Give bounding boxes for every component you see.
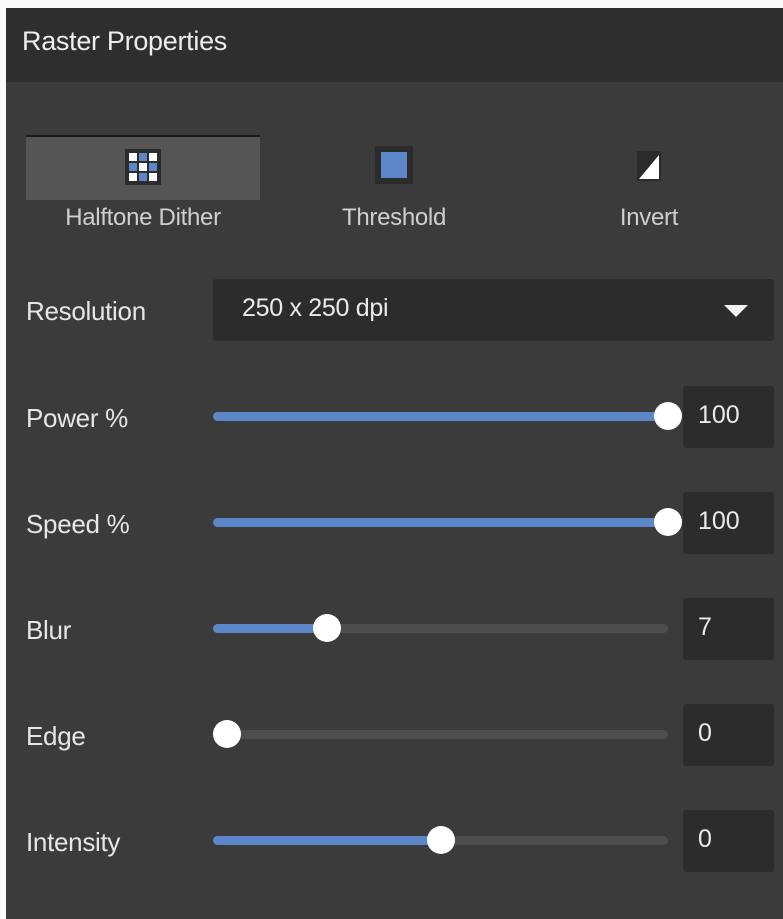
power-value-field[interactable]: 100 xyxy=(683,386,774,448)
slider-thumb[interactable] xyxy=(654,402,682,430)
resolution-label: Resolution xyxy=(26,296,146,326)
edge-slider[interactable] xyxy=(213,714,668,754)
mode-threshold-button[interactable] xyxy=(277,135,511,200)
speed-label: Speed % xyxy=(26,509,130,539)
slider-thumb[interactable] xyxy=(654,508,682,536)
edge-value-field[interactable]: 0 xyxy=(683,704,774,766)
mode-halftone-dither-button[interactable] xyxy=(26,135,260,200)
mode-label-threshold: Threshold xyxy=(341,204,447,231)
edge-value: 0 xyxy=(698,719,712,747)
slider-fill xyxy=(213,836,441,845)
raster-properties-panel: Raster Properties Halftone Dither Thresh… xyxy=(6,8,783,919)
mode-label-halftone-dither: Halftone Dither xyxy=(65,204,221,231)
power-value: 100 xyxy=(698,401,740,429)
panel-title: Raster Properties xyxy=(22,26,227,56)
power-label: Power % xyxy=(26,403,128,433)
slider-fill xyxy=(213,412,668,421)
blur-value: 7 xyxy=(698,613,712,641)
blur-label: Blur xyxy=(26,615,72,645)
halftone-grid-icon xyxy=(125,149,161,185)
blur-value-field[interactable]: 7 xyxy=(683,598,774,660)
blur-slider[interactable] xyxy=(213,608,668,648)
slider-thumb[interactable] xyxy=(213,720,241,748)
slider-fill xyxy=(213,624,327,633)
intensity-value-field[interactable]: 0 xyxy=(683,810,774,872)
speed-value: 100 xyxy=(698,507,740,535)
mode-label-invert: Invert xyxy=(619,204,679,231)
edge-label: Edge xyxy=(26,721,86,751)
speed-slider[interactable] xyxy=(213,502,682,542)
power-slider[interactable] xyxy=(213,396,682,436)
slider-thumb[interactable] xyxy=(426,826,455,854)
slider-thumb[interactable] xyxy=(312,614,341,642)
intensity-value: 0 xyxy=(698,825,712,853)
resolution-select-value: 250 x 250 dpi xyxy=(242,294,389,322)
slider-track xyxy=(213,730,668,739)
panel-header: Raster Properties xyxy=(6,8,783,82)
intensity-label: Intensity xyxy=(26,827,121,857)
threshold-square-icon xyxy=(375,146,413,184)
caret-down-icon xyxy=(724,305,748,317)
resolution-select[interactable]: 250 x 250 dpi xyxy=(213,279,774,341)
slider-fill xyxy=(213,518,668,527)
speed-value-field[interactable]: 100 xyxy=(683,492,774,554)
intensity-slider[interactable] xyxy=(213,820,668,860)
mode-invert-button[interactable] xyxy=(532,135,766,200)
invert-triangle-icon xyxy=(637,151,661,181)
